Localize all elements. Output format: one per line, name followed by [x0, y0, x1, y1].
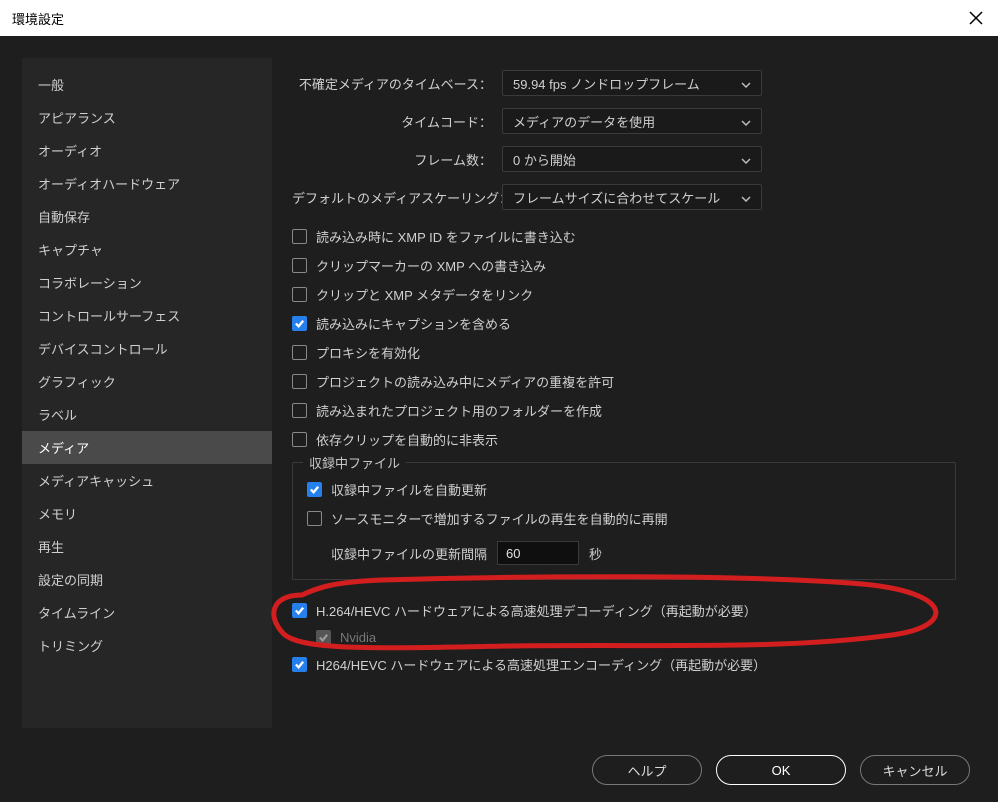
chevron-down-icon	[741, 152, 751, 167]
scaling-value: フレームサイズに合わせてスケール	[513, 188, 720, 207]
sidebar-item-label: アピアランス	[38, 111, 116, 126]
timecode-label: タイムコード：	[292, 112, 492, 131]
ok-button-label: OK	[772, 763, 791, 778]
timebase-label: 不確定メディアのタイムベース：	[292, 74, 492, 93]
timecode-select[interactable]: メディアのデータを使用	[502, 108, 762, 134]
create-folder-label: 読み込まれたプロジェクト用のフォルダーを作成	[316, 401, 602, 420]
link-xmp-label: クリップと XMP メタデータをリンク	[316, 285, 533, 304]
xmp-write-label: 読み込み時に XMP ID をファイルに書き込む	[316, 227, 576, 246]
sidebar-item-label: キャプチャ	[38, 243, 103, 258]
sidebar-item-label: タイムライン	[38, 606, 115, 621]
hw-decode-nvidia-label: Nvidia	[340, 630, 376, 645]
xmp-write-checkbox[interactable]	[292, 229, 307, 244]
sidebar-item-device-control[interactable]: デバイスコントロール	[22, 332, 272, 365]
auto-refresh-label: 収録中ファイルを自動更新	[331, 480, 487, 499]
hw-encode-label: H264/HEVC ハードウェアによる高速処理エンコーディング（再起動が必要）	[316, 655, 766, 674]
sidebar-item-appearance[interactable]: アピアランス	[22, 101, 272, 134]
ingest-group: 収録中ファイル 収録中ファイルを自動更新 ソースモニターで増加するファイルの再生…	[292, 462, 956, 580]
create-folder-checkbox[interactable]	[292, 403, 307, 418]
refresh-interval-input[interactable]	[497, 541, 579, 565]
sidebar-item-audio-hardware[interactable]: オーディオハードウェア	[22, 167, 272, 200]
framecount-value: 0 から開始	[513, 150, 576, 169]
hw-encode-checkbox[interactable]	[292, 657, 307, 672]
sidebar-item-label: トリミング	[38, 639, 103, 654]
chevron-down-icon	[741, 114, 751, 129]
sidebar-item-label: グラフィック	[38, 375, 116, 390]
include-captions-checkbox[interactable]	[292, 316, 307, 331]
sidebar-item-label: オーディオハードウェア	[38, 177, 180, 192]
cancel-button-label: キャンセル	[882, 761, 947, 780]
allow-dup-label: プロジェクトの読み込み中にメディアの重複を許可	[316, 372, 614, 391]
auto-hide-dep-label: 依存クリップを自動的に非表示	[316, 430, 498, 449]
framecount-select[interactable]: 0 から開始	[502, 146, 762, 172]
preferences-window: 環境設定 一般 アピアランス オーディオ オーディオハードウェア 自動保存 キャ…	[0, 0, 998, 802]
cancel-button[interactable]: キャンセル	[860, 755, 970, 785]
sidebar-item-collaboration[interactable]: コラボレーション	[22, 266, 272, 299]
sidebar-item-control-surface[interactable]: コントロールサーフェス	[22, 299, 272, 332]
sidebar-item-media[interactable]: メディア	[22, 431, 272, 464]
sidebar-item-label: メモリ	[38, 507, 77, 522]
footer: ヘルプ OK キャンセル	[0, 738, 998, 802]
ingest-legend: 収録中ファイル	[303, 453, 406, 472]
timebase-select[interactable]: 59.94 fps ノンドロップフレーム	[502, 70, 762, 96]
auto-refresh-checkbox[interactable]	[307, 482, 322, 497]
sidebar-item-general[interactable]: 一般	[22, 68, 272, 101]
auto-hide-dep-checkbox[interactable]	[292, 432, 307, 447]
link-xmp-checkbox[interactable]	[292, 287, 307, 302]
sidebar-item-label: 自動保存	[38, 210, 90, 225]
enable-proxy-label: プロキシを有効化	[316, 343, 420, 362]
enable-proxy-checkbox[interactable]	[292, 345, 307, 360]
sidebar-item-label: オーディオ	[38, 144, 102, 159]
sidebar-item-label: メディア	[38, 441, 89, 456]
scaling-label: デフォルトのメディアスケーリング：	[292, 188, 492, 207]
help-button[interactable]: ヘルプ	[592, 755, 702, 785]
sidebar-item-graphics[interactable]: グラフィック	[22, 365, 272, 398]
sidebar-item-capture[interactable]: キャプチャ	[22, 233, 272, 266]
clip-marker-xmp-label: クリップマーカーの XMP への書き込み	[316, 256, 546, 275]
sidebar-item-label: コラボレーション	[38, 276, 142, 291]
sidebar-item-audio[interactable]: オーディオ	[22, 134, 272, 167]
sidebar-item-label: コントロールサーフェス	[38, 309, 180, 324]
help-button-label: ヘルプ	[627, 761, 666, 780]
allow-dup-checkbox[interactable]	[292, 374, 307, 389]
clip-marker-xmp-checkbox[interactable]	[292, 258, 307, 273]
auto-resume-checkbox[interactable]	[307, 511, 322, 526]
sidebar-item-label: 設定の同期	[38, 573, 103, 588]
close-button[interactable]	[964, 6, 988, 30]
main-panel: 不確定メディアのタイムベース： 59.94 fps ノンドロップフレーム タイム…	[272, 58, 976, 728]
sidebar-item-media-cache[interactable]: メディアキャッシュ	[22, 464, 272, 497]
refresh-interval-label: 収録中ファイルの更新間隔	[331, 544, 487, 563]
sidebar-item-label: デバイスコントロール	[38, 342, 168, 357]
sidebar-item-label: ラベル	[38, 408, 77, 423]
sidebar-item-label: メディアキャッシュ	[38, 474, 154, 489]
sidebar-item-memory[interactable]: メモリ	[22, 497, 272, 530]
sidebar-item-trim[interactable]: トリミング	[22, 629, 272, 662]
sidebar-item-autosave[interactable]: 自動保存	[22, 200, 272, 233]
titlebar: 環境設定	[0, 0, 998, 36]
chevron-down-icon	[741, 76, 751, 91]
sidebar-item-playback[interactable]: 再生	[22, 530, 272, 563]
timebase-value: 59.94 fps ノンドロップフレーム	[513, 74, 700, 93]
hw-decode-checkbox[interactable]	[292, 603, 307, 618]
sidebar-item-sync-settings[interactable]: 設定の同期	[22, 563, 272, 596]
timecode-value: メディアのデータを使用	[513, 112, 655, 131]
hw-decode-nvidia-checkbox	[316, 630, 331, 645]
client-area: 一般 アピアランス オーディオ オーディオハードウェア 自動保存 キャプチャ コ…	[0, 36, 998, 738]
hw-decode-label: H.264/HEVC ハードウェアによる高速処理デコーディング（再起動が必要）	[316, 601, 757, 620]
scaling-select[interactable]: フレームサイズに合わせてスケール	[502, 184, 762, 210]
sidebar-item-timeline[interactable]: タイムライン	[22, 596, 272, 629]
close-icon	[969, 11, 983, 25]
sidebar-item-label: 一般	[38, 78, 64, 93]
auto-resume-label: ソースモニターで増加するファイルの再生を自動的に再開	[331, 509, 668, 528]
framecount-label: フレーム数：	[292, 150, 492, 169]
include-captions-label: 読み込みにキャプションを含める	[316, 314, 511, 333]
sidebar: 一般 アピアランス オーディオ オーディオハードウェア 自動保存 キャプチャ コ…	[22, 58, 272, 728]
refresh-interval-unit: 秒	[589, 544, 602, 563]
sidebar-item-label: 再生	[38, 540, 64, 555]
chevron-down-icon	[741, 190, 751, 205]
sidebar-item-labels[interactable]: ラベル	[22, 398, 272, 431]
window-title: 環境設定	[12, 9, 64, 28]
ok-button[interactable]: OK	[716, 755, 846, 785]
